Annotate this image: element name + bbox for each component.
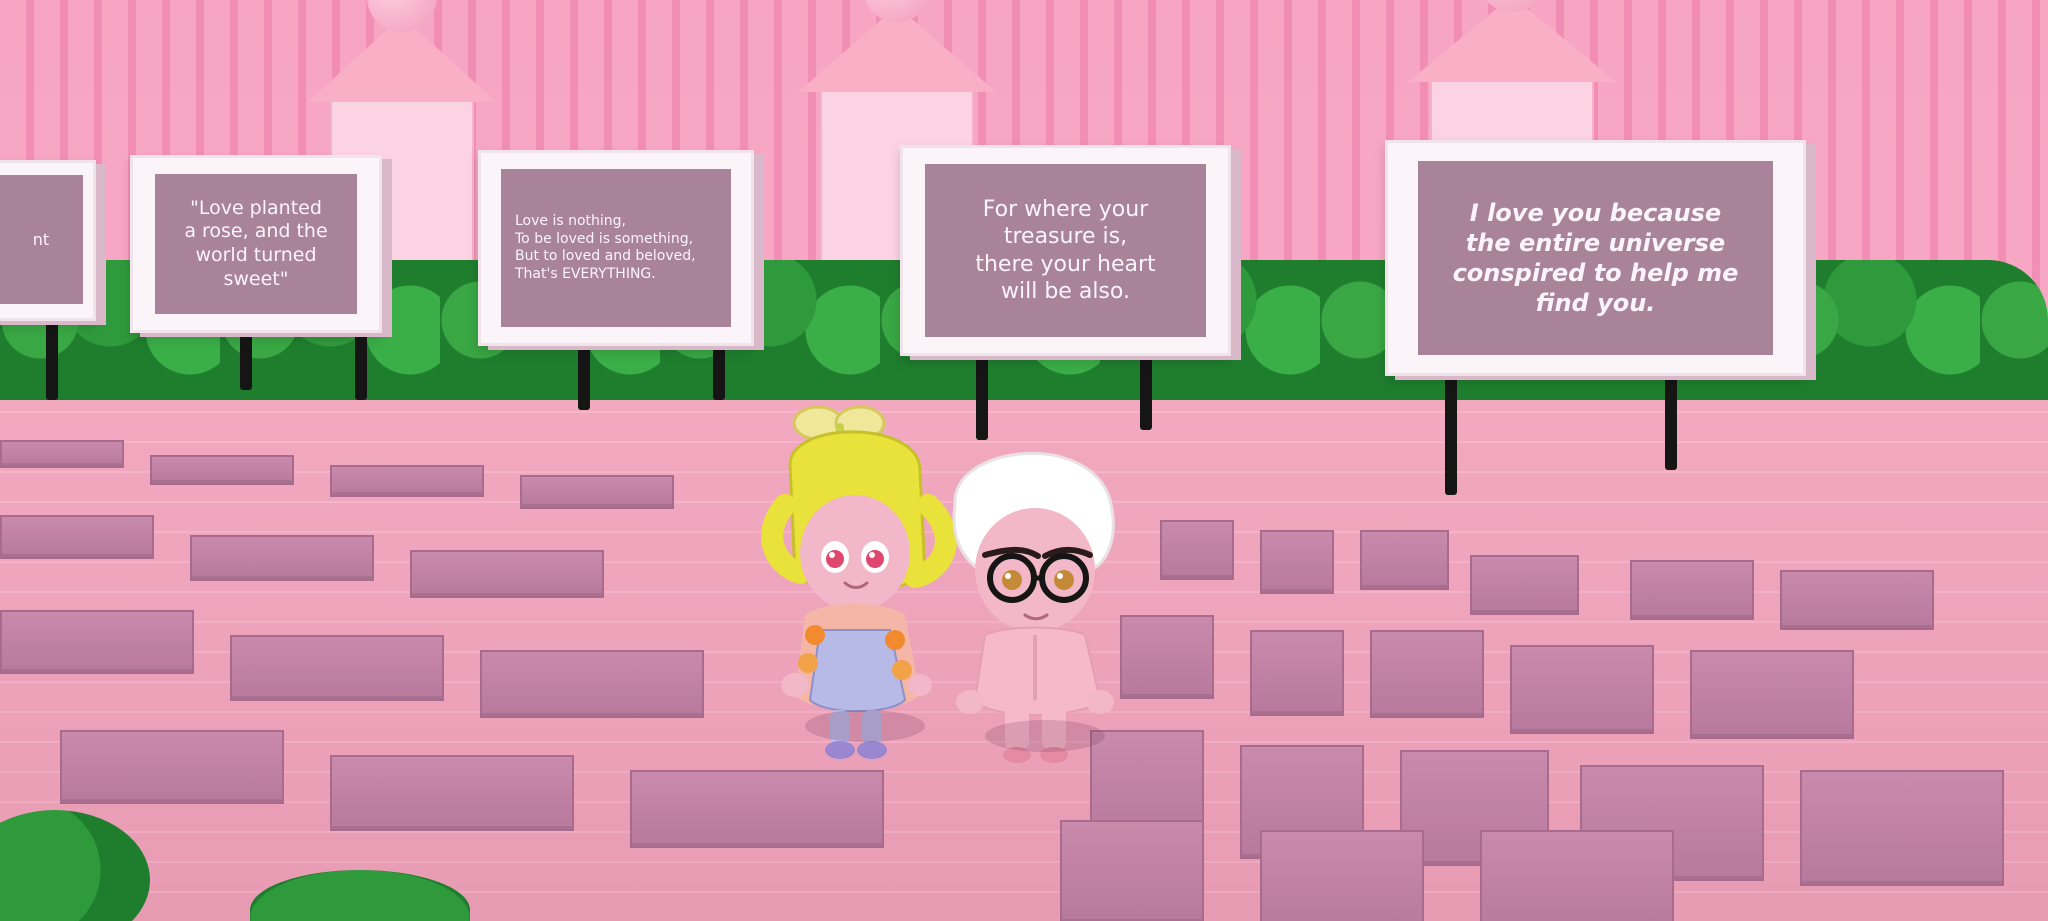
sign-post <box>1665 375 1677 470</box>
sign-board: nt <box>0 160 96 321</box>
boy-avatar-figure <box>952 451 1115 763</box>
floor-plank <box>190 535 374 581</box>
floor-plank <box>410 550 604 598</box>
floor-plank <box>480 650 704 718</box>
sign-post <box>976 350 988 440</box>
floor-plank <box>1160 520 1234 580</box>
floor-plank <box>0 610 194 674</box>
floor-plank <box>0 440 124 468</box>
sign-text: nt <box>0 175 83 304</box>
floor-plank <box>330 465 484 497</box>
sign-post <box>1140 350 1152 430</box>
floor-plank <box>1480 830 1674 921</box>
floor-plank <box>1260 530 1334 594</box>
game-scene: nt "Love planted a rose, and the world t… <box>0 0 2048 921</box>
floor-plank <box>1360 530 1449 590</box>
floor-plank <box>1690 650 1854 739</box>
sign-post <box>46 310 58 400</box>
sign-rose: "Love planted a rose, and the world turn… <box>130 155 450 405</box>
floor-plank <box>520 475 674 509</box>
floor-plank <box>1800 770 2004 886</box>
sign-universe: I love you because the entire universe c… <box>1385 140 1806 495</box>
sign-post <box>713 340 725 400</box>
boy-avatar[interactable] <box>930 430 1140 770</box>
sign-everything: Love is nothing, To be loved is somethin… <box>478 150 818 410</box>
sign-text: Love is nothing, To be loved is somethin… <box>501 169 731 327</box>
floor-plank <box>150 455 294 485</box>
floor-plank <box>1260 830 1424 921</box>
sign-board: "Love planted a rose, and the world turn… <box>130 155 382 333</box>
avatar-shadow <box>985 720 1105 752</box>
floor-plank <box>1470 555 1579 615</box>
sign-post <box>1445 375 1457 495</box>
sign-board: For where your treasure is, there your h… <box>900 145 1231 356</box>
sign-left-edge: nt <box>0 160 110 410</box>
floor-plank <box>1060 820 1204 921</box>
sign-text: For where your treasure is, there your h… <box>925 164 1206 337</box>
sign-post <box>578 340 590 410</box>
floor-plank <box>1630 560 1754 620</box>
floor-plank <box>1510 645 1654 734</box>
floor-plank <box>1250 630 1344 716</box>
floor-plank <box>230 635 444 701</box>
sign-board: Love is nothing, To be loved is somethin… <box>478 150 754 346</box>
sign-board: I love you because the entire universe c… <box>1385 140 1806 376</box>
floor-plank <box>1370 630 1484 718</box>
sign-text: I love you because the entire universe c… <box>1418 161 1773 355</box>
floor-plank <box>60 730 284 804</box>
avatar-shadow <box>805 710 925 742</box>
floor-plank <box>0 515 154 559</box>
sign-text: "Love planted a rose, and the world turn… <box>155 174 357 314</box>
floor-plank <box>330 755 574 831</box>
floor-plank <box>630 770 884 848</box>
floor-plank <box>1780 570 1934 630</box>
